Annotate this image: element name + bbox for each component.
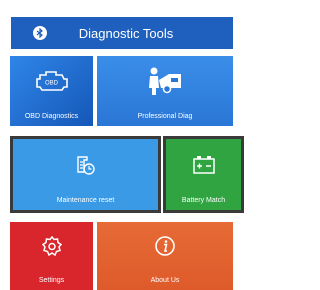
- tile-label: Professional Diag: [137, 113, 193, 120]
- info-icon: [154, 235, 176, 257]
- mechanic-car-icon: [145, 66, 185, 96]
- about-us-tile[interactable]: About Us: [97, 222, 233, 290]
- page-title: Diagnostic Tools: [78, 25, 174, 41]
- app-header: Diagnostic Tools: [11, 17, 233, 49]
- settings-tile[interactable]: Settings: [10, 222, 93, 290]
- tile-label: Maintenance reset: [56, 197, 115, 204]
- tile-label: About Us: [150, 277, 180, 284]
- obd-diagnostics-tile[interactable]: OBD OBD Diagnostics: [10, 56, 93, 126]
- professional-diag-tile[interactable]: Professional Diag: [97, 56, 233, 126]
- battery-match-tile[interactable]: Battery Match: [163, 136, 244, 213]
- gear-icon: [41, 236, 62, 256]
- tile-label: OBD Diagnostics: [24, 113, 79, 120]
- bluetooth-icon[interactable]: [33, 26, 47, 40]
- maintenance-document-icon: [76, 155, 96, 177]
- tile-label: Settings: [38, 277, 65, 284]
- tile-label: Battery Match: [181, 197, 226, 204]
- battery-icon: [192, 155, 216, 175]
- obd-engine-icon: OBD: [34, 69, 70, 93]
- maintenance-reset-tile[interactable]: Maintenance reset: [10, 136, 161, 213]
- svg-text:OBD: OBD: [44, 81, 58, 87]
